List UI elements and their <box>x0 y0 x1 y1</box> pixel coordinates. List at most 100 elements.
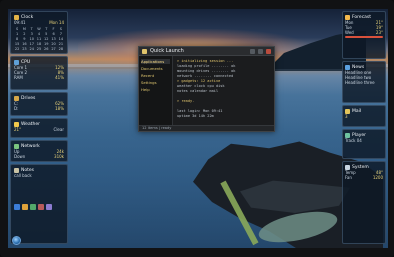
cpu-row-value: 41% <box>55 75 64 80</box>
notes-title: Notes <box>21 167 34 173</box>
clock-gadget[interactable]: Clock 09:41 Mon 14 S M T W T F S 1 2 3 4 5 6 7 8 9 10 11 1… <box>10 11 68 54</box>
calendar-day[interactable]: 3 <box>29 32 35 36</box>
app-icon <box>142 48 147 54</box>
calendar-day[interactable]: 25 <box>36 47 42 51</box>
maximize-icon[interactable] <box>258 48 263 54</box>
start-orb-icon[interactable] <box>12 236 21 245</box>
calendar-day[interactable]: S <box>58 27 64 31</box>
right-gadget-sidebar: Forecast Mon 21° Tue 19° Wed 23° News Headlin… <box>342 11 386 244</box>
nav-item[interactable]: Documents <box>141 66 170 71</box>
calendar-day[interactable]: 7 <box>58 32 64 36</box>
drive-row: D: 18% <box>14 106 64 111</box>
calendar-day[interactable]: 12 <box>43 37 49 41</box>
calendar-day[interactable]: 24 <box>29 47 35 51</box>
rss-icon <box>345 64 350 70</box>
cpu-title: CPU <box>21 59 31 65</box>
calendar-day[interactable]: 20 <box>50 42 56 46</box>
calendar-day[interactable]: 9 <box>21 37 27 41</box>
drives-gadget[interactable]: Drives C: 62% D: 18% <box>10 92 68 116</box>
calendar-day[interactable]: 23 <box>21 47 27 51</box>
weather-gadget[interactable]: Weather 21° Clear <box>10 118 68 138</box>
drive-icon <box>14 95 19 101</box>
system-title: System <box>352 164 369 170</box>
window-title: Quick Launch <box>150 48 184 54</box>
launcher-window[interactable]: Quick Launch Applications Documents Recent… <box>138 46 275 132</box>
calendar-day[interactable]: 22 <box>14 47 20 51</box>
forecast-row-label: Wed <box>345 30 354 35</box>
calendar-day[interactable]: 6 <box>50 32 56 36</box>
system-row-label: Fan <box>345 175 352 180</box>
notes-gadget[interactable]: Notes call back <box>10 164 68 244</box>
calendar-day[interactable]: 14 <box>58 37 64 41</box>
system-rows: Temp 48° Fan 1200 <box>345 170 383 180</box>
calendar-day[interactable]: S <box>14 27 20 31</box>
mail-gadget[interactable]: Mail 3 <box>342 105 386 127</box>
calendar-day[interactable]: 4 <box>36 32 42 36</box>
cpu-row: RAM 41% <box>14 75 64 80</box>
note-icon <box>14 167 19 173</box>
forecast-bar <box>345 36 383 38</box>
calendar-day[interactable]: 17 <box>29 42 35 46</box>
nav-item[interactable]: Recent <box>141 73 170 78</box>
calendar-day[interactable]: F <box>50 27 56 31</box>
sun-icon <box>14 121 19 127</box>
calendar-day[interactable]: 26 <box>43 47 49 51</box>
calendar-day[interactable]: 21 <box>58 42 64 46</box>
desktop[interactable]: Clock 09:41 Mon 14 S M T W T F S 1 2 3 4 5 6 7 8 9 10 11 1… <box>8 9 388 248</box>
browser-icon[interactable] <box>14 204 20 210</box>
cpu-gadget[interactable]: CPU Core 1 12% Core 2 8% RAM 41% <box>10 56 68 90</box>
cpu-icon <box>14 59 19 65</box>
left-gadget-sidebar: Clock 09:41 Mon 14 S M T W T F S 1 2 3 4 5 6 7 8 9 10 11 1… <box>10 11 68 244</box>
news-gadget[interactable]: News Headline one Headline two Headline th… <box>342 61 386 103</box>
player-gadget[interactable]: Player Track 04 <box>342 129 386 159</box>
settings-icon[interactable] <box>46 204 52 210</box>
close-icon[interactable] <box>266 48 271 54</box>
calendar-day[interactable]: T <box>43 27 49 31</box>
calendar-day[interactable]: W <box>36 27 42 31</box>
nav-item[interactable]: Help <box>141 87 170 92</box>
calendar-day[interactable]: 13 <box>50 37 56 41</box>
news-item[interactable]: Headline three <box>345 80 383 85</box>
calendar-day[interactable]: 10 <box>29 37 35 41</box>
network-gadget[interactable]: Network Up 24k Down 310k <box>10 140 68 162</box>
system-gadget[interactable]: System Temp 48° Fan 1200 <box>342 161 386 244</box>
calendar-day[interactable]: 1 <box>14 32 20 36</box>
window-titlebar[interactable]: Quick Launch <box>139 47 274 56</box>
calendar-day[interactable]: 16 <box>21 42 27 46</box>
news-rows: Headline one Headline two Headline three <box>345 70 383 85</box>
thermometer-icon <box>345 164 350 170</box>
weather-condition: Clear <box>53 127 64 132</box>
calendar-day[interactable]: 15 <box>14 42 20 46</box>
mail-title: Mail <box>352 108 362 114</box>
minimize-icon[interactable] <box>250 48 255 54</box>
forecast-row-value: 23° <box>375 30 383 35</box>
media-icon[interactable] <box>30 204 36 210</box>
window-statusbar: 12 items | ready <box>139 125 274 131</box>
drives-title: Drives <box>21 95 36 101</box>
calendar-day[interactable]: 2 <box>21 32 27 36</box>
mail-icon[interactable] <box>38 204 44 210</box>
calendar-day[interactable]: M <box>21 27 27 31</box>
system-row-value: 1200 <box>372 175 383 180</box>
forecast-gadget[interactable]: Forecast Mon 21° Tue 19° Wed 23° <box>342 11 386 59</box>
network-rows: Up 24k Down 310k <box>14 149 64 159</box>
monitor-frame: Clock 09:41 Mon 14 S M T W T F S 1 2 3 4 5 6 7 8 9 10 11 1… <box>0 0 394 257</box>
folder-icon[interactable] <box>22 204 28 210</box>
network-title: Network <box>21 143 40 149</box>
nav-item[interactable]: Settings <box>141 80 170 85</box>
calendar-day[interactable]: 28 <box>58 47 64 51</box>
forecast-title: Forecast <box>352 14 372 20</box>
notes-text: call back <box>14 173 32 178</box>
calendar-day[interactable]: 27 <box>50 47 56 51</box>
calendar-day[interactable]: 5 <box>43 32 49 36</box>
calendar-day[interactable]: T <box>29 27 35 31</box>
window-console[interactable]: > initializing session ... loading profi… <box>173 56 274 125</box>
calendar-day[interactable]: 18 <box>36 42 42 46</box>
drive-rows: C: 62% D: 18% <box>14 101 64 111</box>
calendar-day[interactable]: 8 <box>14 37 20 41</box>
console-line: uptime 3d 14h 22m <box>177 114 214 118</box>
calendar-day[interactable]: 11 <box>36 37 42 41</box>
mail-count: 3 <box>345 114 348 119</box>
calendar-day[interactable]: 19 <box>43 42 49 46</box>
nav-item[interactable]: Applications <box>141 59 170 64</box>
